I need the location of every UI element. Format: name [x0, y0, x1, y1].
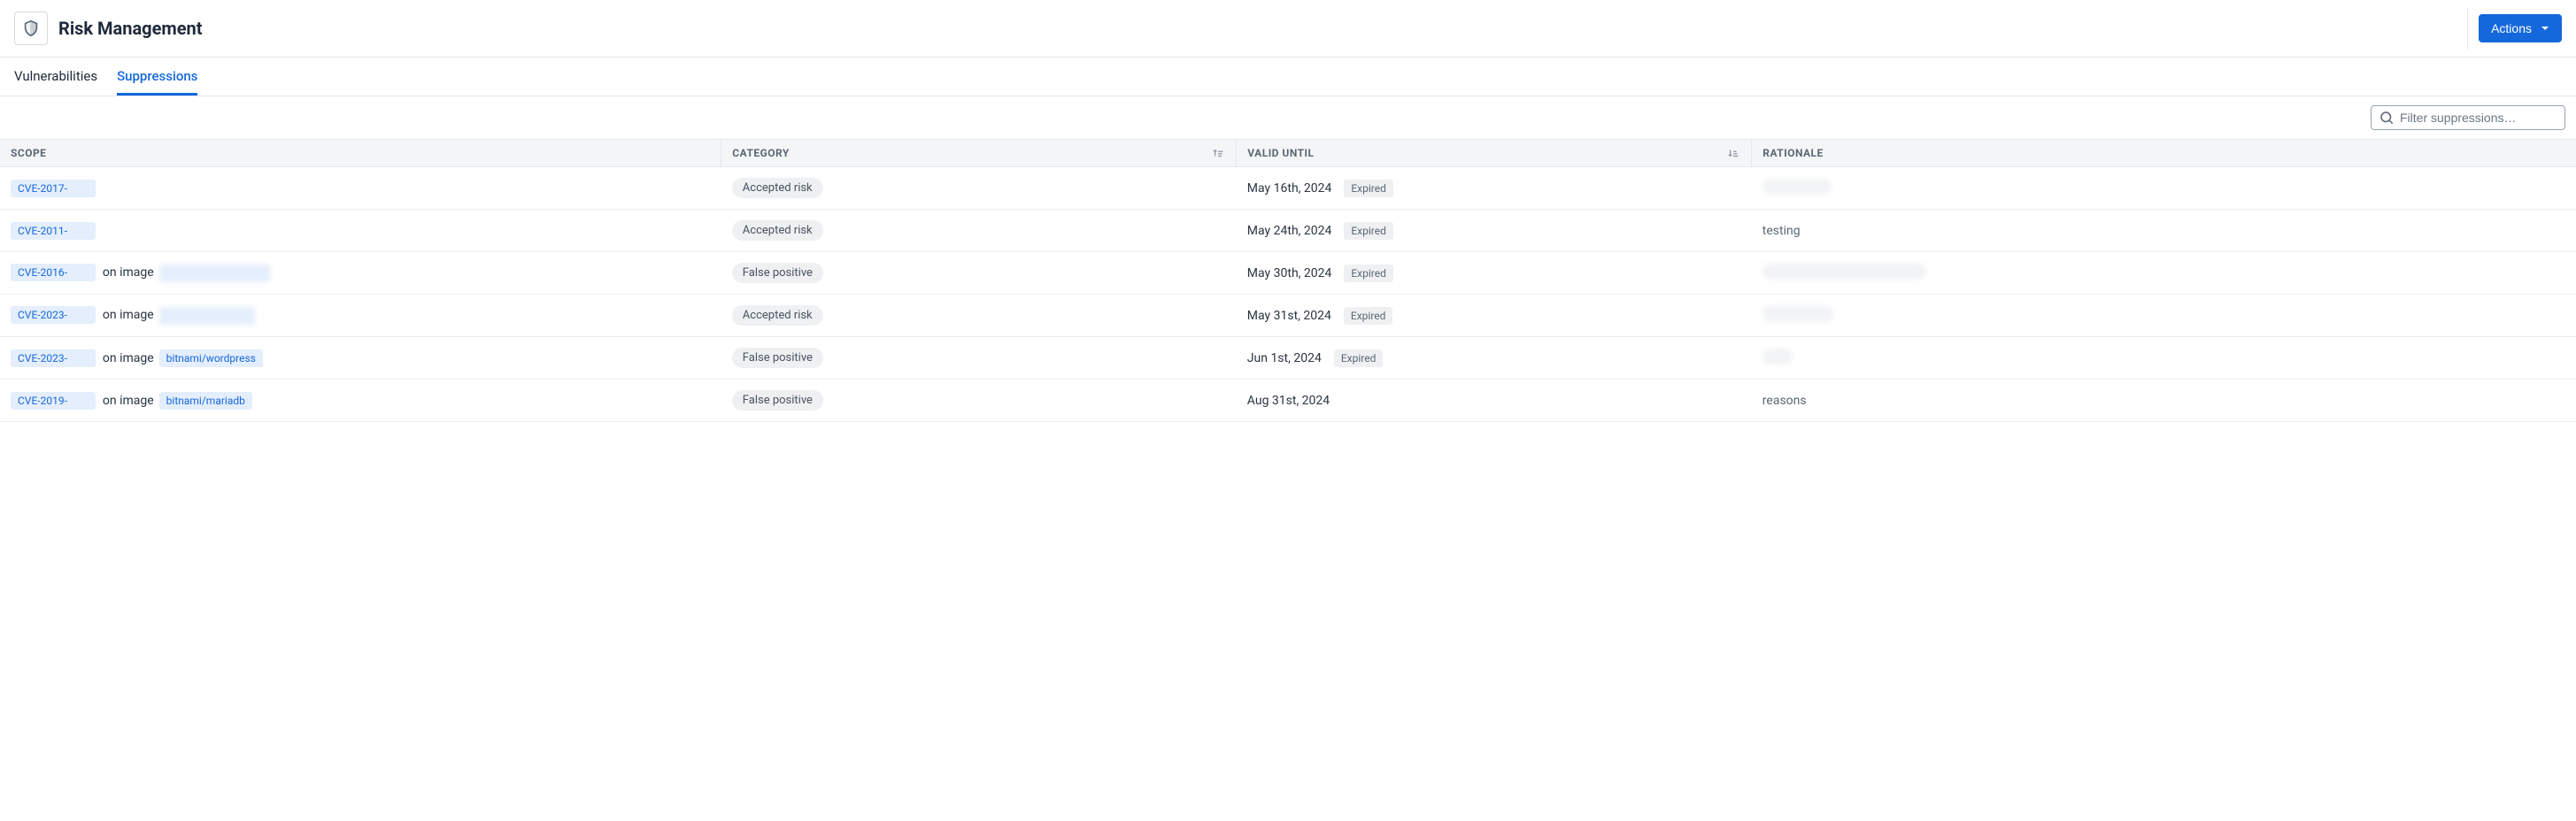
expired-badge: Expired	[1334, 349, 1384, 367]
valid-until-date: May 16th, 2024	[1247, 181, 1332, 196]
cell-category: Accepted risk	[721, 295, 1237, 337]
cell-valid-until: May 24th, 2024 Expired	[1237, 210, 1752, 252]
cell-valid-until: Aug 31st, 2024	[1237, 380, 1752, 422]
page-title: Risk Management	[58, 18, 203, 39]
cell-category: False positive	[721, 252, 1237, 295]
table-row[interactable]: CVE-2011- Accepted risk May 24th, 2024 Expi…	[0, 210, 2576, 252]
rationale-redacted	[1762, 179, 1832, 195]
cell-rationale	[1752, 167, 2576, 210]
cell-valid-until: May 31st, 2024 Expired	[1237, 295, 1752, 337]
on-image-label: on image	[103, 351, 154, 365]
search-box[interactable]	[2371, 105, 2565, 130]
table-row[interactable]: CVE-2019- on image bitnami/mariadb False po…	[0, 380, 2576, 422]
cve-link[interactable]: CVE-2016-	[11, 264, 96, 281]
image-link[interactable]	[159, 307, 255, 325]
cell-category: Accepted risk	[721, 167, 1237, 210]
valid-until-date: May 30th, 2024	[1247, 266, 1332, 280]
cell-valid-until: Jun 1st, 2024 Expired	[1237, 337, 1752, 380]
sort-desc-icon	[1728, 147, 1740, 159]
rationale-redacted	[1762, 349, 1793, 364]
on-image-label: on image	[103, 265, 154, 280]
cve-link[interactable]: CVE-2023-	[11, 349, 96, 367]
search-input[interactable]	[2400, 111, 2557, 125]
search-icon	[2379, 110, 2395, 126]
cell-category: False positive	[721, 380, 1237, 422]
th-valid-until[interactable]: Valid Until	[1237, 140, 1752, 167]
rationale-text: reasons	[1762, 394, 1807, 408]
suppressions-table: Scope Category Valid Until	[0, 139, 2576, 422]
category-pill: False positive	[732, 348, 823, 368]
actions-button[interactable]: Actions	[2479, 14, 2562, 42]
cell-scope: CVE-2019- on image bitnami/mariadb	[0, 380, 721, 422]
header-divider	[2467, 7, 2468, 50]
cve-link[interactable]: CVE-2023-	[11, 306, 96, 324]
cve-link[interactable]: CVE-2019-	[11, 392, 96, 410]
table-body: CVE-2017- Accepted risk May 16th, 2024 Expi…	[0, 167, 2576, 422]
cell-category: Accepted risk	[721, 210, 1237, 252]
category-pill: False positive	[732, 263, 823, 283]
expired-badge: Expired	[1344, 222, 1393, 240]
cell-scope: CVE-2011-	[0, 210, 721, 252]
tab-vulnerabilities[interactable]: Vulnerabilities	[14, 58, 97, 96]
rationale-text: testing	[1762, 224, 1801, 238]
cell-scope: CVE-2023- on image bitnami/wordpress	[0, 337, 721, 380]
category-pill: False positive	[732, 390, 823, 410]
image-link[interactable]	[159, 265, 270, 282]
shield-icon	[21, 19, 41, 38]
cell-valid-until: May 30th, 2024 Expired	[1237, 252, 1752, 295]
tabs: Vulnerabilities Suppressions	[0, 58, 2576, 96]
th-scope[interactable]: Scope	[0, 140, 721, 167]
actions-label: Actions	[2491, 21, 2532, 35]
cell-category: False positive	[721, 337, 1237, 380]
cve-link[interactable]: CVE-2017-	[11, 180, 96, 197]
cell-valid-until: May 16th, 2024 Expired	[1237, 167, 1752, 210]
caret-down-icon	[2541, 24, 2549, 33]
cell-rationale: testing	[1752, 210, 2576, 252]
cell-rationale	[1752, 252, 2576, 295]
cve-link[interactable]: CVE-2011-	[11, 222, 96, 240]
valid-until-date: Jun 1st, 2024	[1247, 351, 1322, 365]
expired-badge: Expired	[1344, 307, 1393, 325]
header-right: Actions	[2467, 7, 2562, 50]
expired-badge: Expired	[1344, 180, 1393, 197]
filter-bar	[0, 96, 2576, 139]
valid-until-date: May 24th, 2024	[1247, 224, 1332, 238]
category-pill: Accepted risk	[732, 178, 823, 198]
valid-until-date: Aug 31st, 2024	[1247, 394, 1330, 408]
page-header: Risk Management Actions	[0, 0, 2576, 58]
category-pill: Accepted risk	[732, 220, 823, 241]
cell-rationale	[1752, 337, 2576, 380]
cell-scope: CVE-2023- on image	[0, 295, 721, 337]
table-row[interactable]: CVE-2023- on image bitnami/wordpress False …	[0, 337, 2576, 380]
shield-icon-box	[14, 12, 48, 45]
rationale-redacted	[1762, 264, 1926, 280]
cell-scope: CVE-2016- on image	[0, 252, 721, 295]
category-pill: Accepted risk	[732, 305, 823, 326]
cell-rationale: reasons	[1752, 380, 2576, 422]
image-link[interactable]: bitnami/wordpress	[159, 349, 263, 367]
table-row[interactable]: CVE-2017- Accepted risk May 16th, 2024 Expi…	[0, 167, 2576, 210]
image-link[interactable]: bitnami/mariadb	[159, 392, 252, 410]
tab-suppressions[interactable]: Suppressions	[117, 58, 197, 96]
cell-rationale	[1752, 295, 2576, 337]
cell-scope: CVE-2017-	[0, 167, 721, 210]
expired-badge: Expired	[1344, 265, 1393, 282]
table-row[interactable]: CVE-2016- on image False positive May 30th…	[0, 252, 2576, 295]
on-image-label: on image	[103, 394, 154, 408]
valid-until-date: May 31st, 2024	[1247, 309, 1331, 323]
th-category[interactable]: Category	[721, 140, 1237, 167]
th-rationale[interactable]: Rationale	[1752, 140, 2576, 167]
page-header-left: Risk Management	[14, 12, 203, 45]
sort-asc-icon	[1213, 147, 1225, 159]
rationale-redacted	[1762, 306, 1833, 322]
on-image-label: on image	[103, 308, 154, 322]
table-row[interactable]: CVE-2023- on image Accepted risk May 31st,…	[0, 295, 2576, 337]
